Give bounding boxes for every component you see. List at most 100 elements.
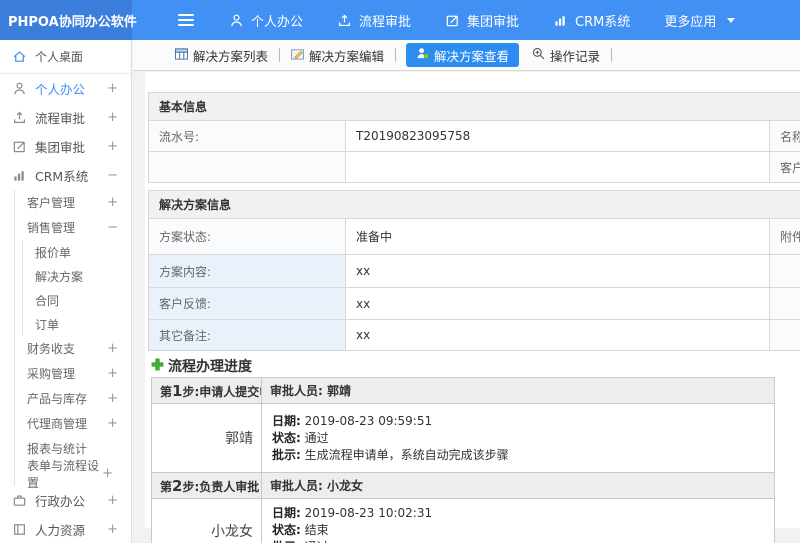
nav-label: 更多应用 [664,14,717,30]
expand-icon[interactable]: + [107,416,118,431]
tab-solution-list[interactable]: 解决方案列表 [168,43,275,67]
expand-icon[interactable]: + [107,110,118,125]
sidebar-item-solution[interactable]: 解决方案 [23,264,131,288]
sidebar-item-label: CRM系统 [35,169,89,184]
crm-submenu: 客户管理 + 销售管理 − 报价单 解决方案 合同 订单 财务收支 + 采购管理… [14,190,131,490]
sidebar-item-form-workflow-settings[interactable]: 表单与流程设置 + [15,459,131,490]
step-detail-cell: 日期: 2019-08-23 10:02:31 状态: 结束 批示: 通过 [261,498,775,543]
sidebar-item-sales-management[interactable]: 销售管理 − [15,215,131,240]
sidebar-item-products-inventory[interactable]: 产品与库存 + [15,386,131,411]
nav-label: 集团审批 [467,14,520,30]
date-label: 日期: [272,506,301,520]
sidebar-item-personal-desktop[interactable]: 个人桌面 [0,40,131,74]
section-header-row: 解决方案信息 [147,190,800,219]
sidebar-item-agent-management[interactable]: 代理商管理 + [15,411,131,436]
hamburger-icon[interactable] [178,14,194,26]
app-header: PHPOA协同办公软件 个人办公 流程审批 集团审批 CRM系统 更多应用 [0,0,800,40]
sidebar-item-workflow-approval[interactable]: 流程审批 + [0,103,131,132]
sidebar-item-label: 表单与流程设置 [27,458,100,490]
tab-label: 解决方案查看 [434,48,510,64]
expand-icon[interactable]: + [107,366,118,381]
view-user-icon [416,47,429,63]
nav-group-approval[interactable]: 集团审批 [428,0,536,40]
workflow-icon [12,110,27,125]
sidebar-item-procurement[interactable]: 采购管理 + [15,361,131,386]
sidebar-item-contract[interactable]: 合同 [23,288,131,312]
sidebar-item-label: 解决方案 [35,269,84,284]
sidebar: 个人桌面 个人办公 + 流程审批 + 集团审批 + CRM系统 − 客户管理 +… [0,40,132,543]
expand-icon[interactable]: + [107,139,118,154]
collapse-icon[interactable]: − [107,168,118,183]
tab-label: 操作记录 [550,48,601,64]
expand-icon[interactable]: + [107,195,118,210]
sidebar-item-finance[interactable]: 财务收支 + [15,336,131,361]
plus-icon [151,358,164,375]
sidebar-item-customer-management[interactable]: 客户管理 + [15,190,131,215]
solution-info-table: 解决方案信息 方案状态: 准备中 附件 方案内容: xx 客户反馈: xx 其它… [147,190,800,351]
comment-label: 批示: [272,447,301,462]
collapse-icon[interactable]: − [107,220,118,235]
process-section-title: 流程办理进度 [151,358,800,375]
sidebar-item-human-resources[interactable]: 人力资源 + [0,515,131,543]
sidebar-item-label: 合同 [35,293,60,308]
field-value: T20190823095758 [345,120,770,152]
sidebar-item-crm-system[interactable]: CRM系统 − [0,161,131,190]
table-row: 方案内容: xx [148,254,800,288]
process-step-header: 第1步:申请人提交申请 审批人员: 郭靖 [151,377,775,404]
date-value: 2019-08-23 10:02:31 [304,506,433,520]
sidebar-item-quotation[interactable]: 报价单 [23,240,131,264]
sidebar-item-label: 财务收支 [27,342,76,356]
top-nav: 个人办公 流程审批 集团审批 CRM系统 更多应用 [132,0,752,40]
nav-personal-office[interactable]: 个人办公 [212,0,320,40]
basic-info-table: 基本信息 流水号: T20190823095758 名称 客户 [147,92,800,183]
expand-icon[interactable]: + [107,81,118,96]
sidebar-item-group-approval[interactable]: 集团审批 + [0,132,131,161]
expand-icon[interactable]: + [107,341,118,356]
sidebar-item-label: 代理商管理 [27,417,88,431]
process-table: 第1步:申请人提交申请 审批人员: 郭靖 郭靖 日期: 2019-08-23 0… [151,377,775,543]
field-label: 流水号: [148,120,346,152]
status-label: 状态: [272,430,301,445]
edit-icon [291,48,305,63]
app-logo[interactable]: PHPOA协同办公软件 [0,0,137,40]
nav-more-apps[interactable]: 更多应用 [647,0,752,40]
expand-icon[interactable]: + [107,391,118,406]
sidebar-item-administration[interactable]: 行政办公 + [0,486,131,515]
tab-solution-edit[interactable]: 解决方案编辑 [284,43,391,67]
table-icon [175,47,188,63]
step-approver: 审批人员: 小龙女 [261,472,775,499]
step-detail-cell: 日期: 2019-08-23 09:59:51 状态: 通过 批示: 生成流程申… [261,403,775,473]
table-row: 客户反馈: xx [148,287,800,320]
tab-bar: 解决方案列表 解决方案编辑 解决方案查看 操作记录 [133,40,800,71]
tab-operation-log[interactable]: 操作记录 [525,43,607,67]
nav-crm-system[interactable]: CRM系统 [536,0,647,40]
magnifier-icon [532,47,545,63]
bar-chart-icon [12,168,27,183]
field-value: xx [345,287,770,320]
field-label [768,254,800,288]
sidebar-item-label: 产品与库存 [27,392,88,406]
expand-icon[interactable]: + [102,466,113,481]
status-label: 状态: [272,523,301,537]
tab-solution-view[interactable]: 解决方案查看 [406,43,520,67]
step-name: 第1步:申请人提交申请 [151,377,262,404]
field-label [768,319,800,351]
nav-workflow-approval[interactable]: 流程审批 [320,0,428,40]
sidebar-item-label: 报价单 [35,245,72,260]
field-label: 名称 [768,120,800,152]
sidebar-item-label: 行政办公 [35,494,86,509]
field-label: 客户 [768,151,800,183]
nav-label: 个人办公 [251,14,304,30]
expand-icon[interactable]: + [107,522,118,537]
group-approval-icon [445,13,460,28]
sidebar-item-order[interactable]: 订单 [23,312,131,336]
sidebar-item-label: 个人办公 [35,82,86,97]
nav-label: 流程审批 [359,14,412,30]
field-value: xx [345,319,770,351]
expand-icon[interactable]: + [107,493,118,508]
sidebar-item-personal-office[interactable]: 个人办公 + [0,74,131,103]
sales-submenu: 报价单 解决方案 合同 订单 [22,240,131,336]
field-label [768,287,800,320]
process-title-text: 流程办理进度 [168,359,252,375]
workflow-icon [337,13,352,28]
